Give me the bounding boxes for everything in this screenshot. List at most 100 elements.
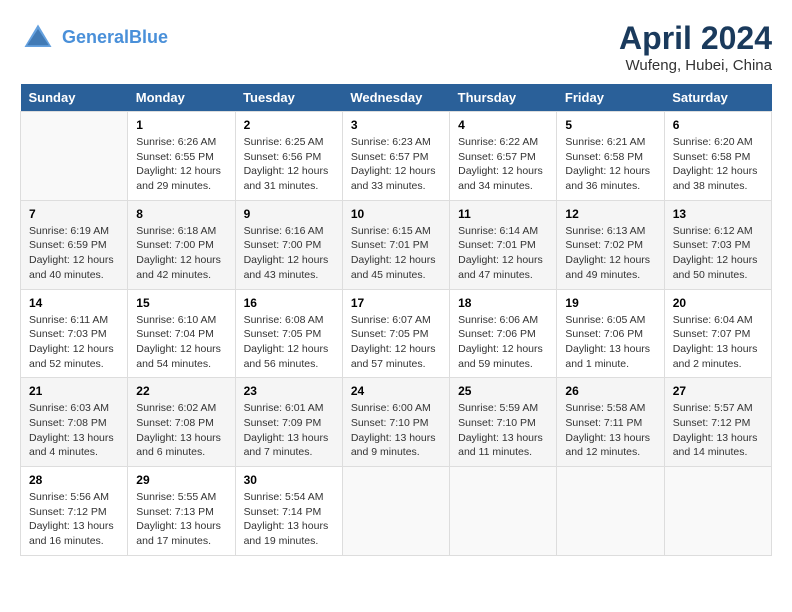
calendar-cell: 7 Sunrise: 6:19 AM Sunset: 6:59 PM Daylig… [21,200,128,289]
calendar-cell: 15 Sunrise: 6:10 AM Sunset: 7:04 PM Dayli… [128,289,235,378]
day-of-week-header: Thursday [450,84,557,112]
day-info: Sunrise: 6:06 AM Sunset: 7:06 PM Dayligh… [458,313,548,372]
day-info: Sunrise: 6:12 AM Sunset: 7:03 PM Dayligh… [673,224,763,283]
day-info: Sunrise: 6:10 AM Sunset: 7:04 PM Dayligh… [136,313,226,372]
calendar-cell [664,467,771,556]
calendar-cell [450,467,557,556]
calendar-cell: 5Sunrise: 6:21 AM Sunset: 6:58 PM Daylig… [557,112,664,201]
day-number: 8 [136,207,226,221]
day-number: 25 [458,384,548,398]
calendar-cell: 28 Sunrise: 5:56 AM Sunset: 7:12 PM Dayli… [21,467,128,556]
day-info: Sunrise: 5:55 AM Sunset: 7:13 PM Dayligh… [136,490,226,549]
day-number: 22 [136,384,226,398]
title-section: April 2024 Wufeng, Hubei, China [619,20,772,74]
day-number: 19 [565,296,655,310]
page-header: GeneralBlue April 2024 Wufeng, Hubei, Ch… [20,20,772,74]
day-number: 14 [29,296,119,310]
day-of-week-header: Monday [128,84,235,112]
day-info: Sunrise: 6:03 AM Sunset: 7:08 PM Dayligh… [29,401,119,460]
logo: GeneralBlue [20,20,168,56]
calendar-cell: 26Sunrise: 5:58 AM Sunset: 7:11 PM Dayli… [557,378,664,467]
day-info: Sunrise: 6:26 AM Sunset: 6:55 PM Dayligh… [136,135,226,194]
calendar-cell: 3 Sunrise: 6:23 AM Sunset: 6:57 PM Daylig… [342,112,449,201]
day-number: 27 [673,384,763,398]
day-info: Sunrise: 5:59 AM Sunset: 7:10 PM Dayligh… [458,401,548,460]
calendar-cell: 18Sunrise: 6:06 AM Sunset: 7:06 PM Dayli… [450,289,557,378]
subtitle: Wufeng, Hubei, China [619,57,772,74]
calendar-cell: 20Sunrise: 6:04 AM Sunset: 7:07 PM Dayli… [664,289,771,378]
calendar-cell: 22 Sunrise: 6:02 AM Sunset: 7:08 PM Dayli… [128,378,235,467]
day-info: Sunrise: 6:15 AM Sunset: 7:01 PM Dayligh… [351,224,441,283]
day-info: Sunrise: 6:16 AM Sunset: 7:00 PM Dayligh… [244,224,334,283]
calendar-week-row: 21 Sunrise: 6:03 AM Sunset: 7:08 PM Dayli… [21,378,772,467]
logo-icon [20,20,56,56]
calendar-cell: 17 Sunrise: 6:07 AM Sunset: 7:05 PM Dayli… [342,289,449,378]
day-of-week-header: Tuesday [235,84,342,112]
day-number: 16 [244,296,334,310]
calendar-week-row: 14 Sunrise: 6:11 AM Sunset: 7:03 PM Dayli… [21,289,772,378]
main-title: April 2024 [619,20,772,57]
day-info: Sunrise: 6:19 AM Sunset: 6:59 PM Dayligh… [29,224,119,283]
day-number: 21 [29,384,119,398]
day-number: 30 [244,473,334,487]
calendar-cell: 12 Sunrise: 6:13 AM Sunset: 7:02 PM Dayli… [557,200,664,289]
calendar-cell [342,467,449,556]
calendar-cell: 8 Sunrise: 6:18 AM Sunset: 7:00 PM Daylig… [128,200,235,289]
day-info: Sunrise: 5:56 AM Sunset: 7:12 PM Dayligh… [29,490,119,549]
day-info: Sunrise: 6:05 AM Sunset: 7:06 PM Dayligh… [565,313,655,372]
day-info: Sunrise: 6:18 AM Sunset: 7:00 PM Dayligh… [136,224,226,283]
calendar-cell: 23Sunrise: 6:01 AM Sunset: 7:09 PM Dayli… [235,378,342,467]
day-number: 1 [136,118,226,132]
day-info: Sunrise: 6:07 AM Sunset: 7:05 PM Dayligh… [351,313,441,372]
logo-line2: Blue [129,27,168,47]
day-number: 9 [244,207,334,221]
calendar-cell: 4 Sunrise: 6:22 AM Sunset: 6:57 PM Daylig… [450,112,557,201]
calendar-cell: 24 Sunrise: 6:00 AM Sunset: 7:10 PM Dayli… [342,378,449,467]
day-number: 7 [29,207,119,221]
day-number: 15 [136,296,226,310]
logo-text: GeneralBlue [62,28,168,48]
day-of-week-header: Saturday [664,84,771,112]
calendar-week-row: 7 Sunrise: 6:19 AM Sunset: 6:59 PM Daylig… [21,200,772,289]
calendar-cell [21,112,128,201]
day-of-week-header: Friday [557,84,664,112]
day-number: 12 [565,207,655,221]
day-info: Sunrise: 6:11 AM Sunset: 7:03 PM Dayligh… [29,313,119,372]
calendar-cell: 14 Sunrise: 6:11 AM Sunset: 7:03 PM Dayli… [21,289,128,378]
calendar-cell [557,467,664,556]
day-number: 6 [673,118,763,132]
calendar-cell: 9 Sunrise: 6:16 AM Sunset: 7:00 PM Daylig… [235,200,342,289]
calendar-cell: 29Sunrise: 5:55 AM Sunset: 7:13 PM Dayli… [128,467,235,556]
day-number: 17 [351,296,441,310]
day-number: 24 [351,384,441,398]
day-info: Sunrise: 6:20 AM Sunset: 6:58 PM Dayligh… [673,135,763,194]
day-number: 10 [351,207,441,221]
calendar-cell: 16 Sunrise: 6:08 AM Sunset: 7:05 PM Dayli… [235,289,342,378]
day-info: Sunrise: 6:13 AM Sunset: 7:02 PM Dayligh… [565,224,655,283]
day-number: 3 [351,118,441,132]
day-info: Sunrise: 5:57 AM Sunset: 7:12 PM Dayligh… [673,401,763,460]
day-info: Sunrise: 6:04 AM Sunset: 7:07 PM Dayligh… [673,313,763,372]
calendar-week-row: 1 Sunrise: 6:26 AM Sunset: 6:55 PM Daylig… [21,112,772,201]
day-of-week-header: Sunday [21,84,128,112]
day-info: Sunrise: 6:22 AM Sunset: 6:57 PM Dayligh… [458,135,548,194]
calendar-cell: 10 Sunrise: 6:15 AM Sunset: 7:01 PM Dayli… [342,200,449,289]
day-of-week-header: Wednesday [342,84,449,112]
calendar-cell: 27 Sunrise: 5:57 AM Sunset: 7:12 PM Dayli… [664,378,771,467]
day-number: 28 [29,473,119,487]
calendar-cell: 6 Sunrise: 6:20 AM Sunset: 6:58 PM Daylig… [664,112,771,201]
day-info: Sunrise: 6:08 AM Sunset: 7:05 PM Dayligh… [244,313,334,372]
calendar-week-row: 28 Sunrise: 5:56 AM Sunset: 7:12 PM Dayli… [21,467,772,556]
day-info: Sunrise: 6:02 AM Sunset: 7:08 PM Dayligh… [136,401,226,460]
calendar-cell: 30 Sunrise: 5:54 AM Sunset: 7:14 PM Dayli… [235,467,342,556]
day-info: Sunrise: 6:25 AM Sunset: 6:56 PM Dayligh… [244,135,334,194]
day-info: Sunrise: 6:00 AM Sunset: 7:10 PM Dayligh… [351,401,441,460]
day-info: Sunrise: 6:23 AM Sunset: 6:57 PM Dayligh… [351,135,441,194]
header-row: SundayMondayTuesdayWednesdayThursdayFrid… [21,84,772,112]
day-number: 13 [673,207,763,221]
day-number: 2 [244,118,334,132]
day-number: 4 [458,118,548,132]
calendar-cell: 1 Sunrise: 6:26 AM Sunset: 6:55 PM Daylig… [128,112,235,201]
day-info: Sunrise: 5:54 AM Sunset: 7:14 PM Dayligh… [244,490,334,549]
calendar-table: SundayMondayTuesdayWednesdayThursdayFrid… [20,84,772,556]
